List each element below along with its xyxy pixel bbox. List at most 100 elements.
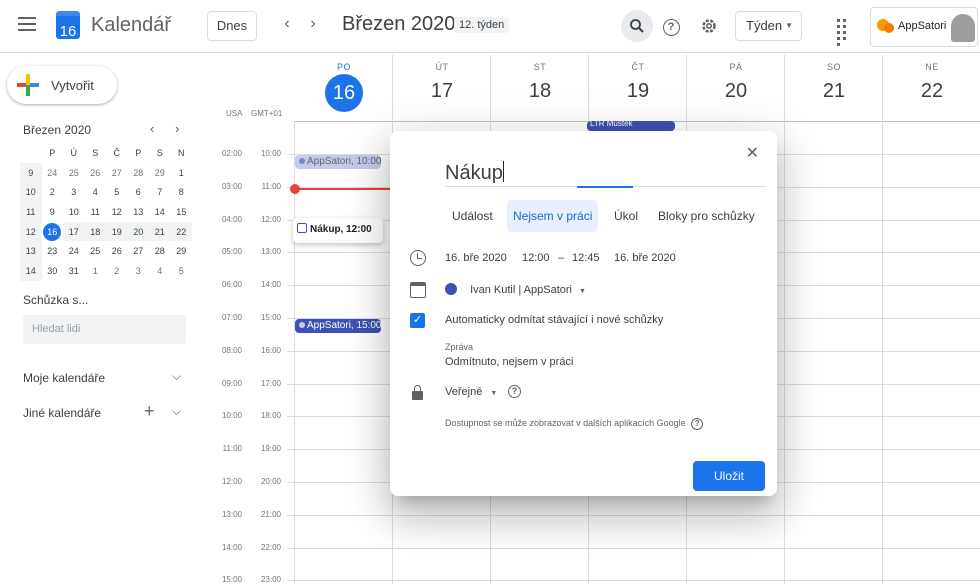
view-selector[interactable]: Týden ▼	[735, 11, 802, 41]
week-number[interactable]: 11	[20, 202, 42, 222]
day-header-pá[interactable]: PÁ 20	[687, 62, 785, 103]
mini-calendar-day[interactable]: 2	[106, 261, 128, 281]
mini-calendar-day[interactable]: 5	[171, 261, 193, 281]
mini-calendar-day[interactable]: 1	[171, 163, 193, 183]
mini-calendar-day[interactable]: 29	[171, 241, 193, 261]
week-number[interactable]: 9	[20, 162, 42, 183]
mini-calendar-day[interactable]: 22	[170, 221, 192, 242]
auto-decline-checkbox[interactable]: ✓	[410, 313, 425, 328]
week-number[interactable]: 12	[20, 221, 42, 242]
mini-calendar-day[interactable]: 7	[149, 182, 171, 202]
end-time[interactable]: 12:45	[572, 252, 600, 264]
account-brand-button[interactable]: AppSatori	[870, 7, 978, 47]
people-search-input[interactable]: Hledat lidi	[23, 315, 186, 344]
mini-calendar-day[interactable]: 27	[128, 241, 150, 261]
mini-calendar-day[interactable]: 9	[42, 202, 64, 222]
mini-calendar-day[interactable]: 3	[63, 182, 85, 202]
day-header-st[interactable]: ST 18	[491, 62, 589, 103]
mini-calendar-day[interactable]: 15	[171, 202, 193, 222]
mini-calendar-day[interactable]: 24	[63, 241, 85, 261]
chevron-down-icon[interactable]: ⌵	[172, 369, 181, 384]
mini-calendar-day[interactable]: 25	[85, 241, 107, 261]
mini-calendar-day[interactable]: 4	[85, 182, 107, 202]
apps-grid-icon[interactable]	[836, 18, 852, 46]
day-header-ne[interactable]: NE 22	[883, 62, 980, 103]
mini-calendar-day[interactable]: 25	[63, 163, 85, 183]
chevron-right-icon[interactable]: ›	[306, 15, 320, 33]
mini-calendar-day[interactable]: 27	[106, 163, 128, 183]
mini-calendar-day[interactable]: 13	[128, 202, 150, 222]
mini-calendar-day[interactable]: 18	[84, 221, 106, 242]
day-number[interactable]: 22	[883, 80, 980, 103]
create-button[interactable]: Vytvořit	[7, 66, 117, 104]
mini-calendar-day[interactable]: 6	[128, 182, 150, 202]
mini-calendar-day[interactable]: 21	[149, 221, 171, 242]
visibility-selector[interactable]: Veřejné ▼	[445, 386, 497, 398]
event-appsatori-morning[interactable]: AppSatori, 10:00	[295, 155, 381, 169]
visibility-help-icon[interactable]: ?	[508, 385, 521, 398]
main-menu-icon[interactable]	[18, 17, 36, 31]
week-number[interactable]: 10	[20, 182, 42, 203]
mini-calendar-day[interactable]: 26	[106, 241, 128, 261]
mini-calendar-day[interactable]: 5	[106, 182, 128, 202]
mini-calendar-day[interactable]: 3	[128, 261, 150, 281]
day-number[interactable]: 18	[491, 80, 589, 103]
other-calendars-label[interactable]: Jiné kalendáře	[23, 406, 101, 420]
day-number[interactable]: 20	[687, 80, 785, 103]
mini-calendar-day[interactable]: 28	[128, 163, 150, 183]
event-nakup[interactable]: Nákup, 12:00	[293, 218, 383, 243]
search-icon[interactable]	[621, 10, 653, 42]
event-title-input[interactable]: Nákup	[445, 161, 766, 187]
mini-calendar-day[interactable]: 20	[127, 221, 149, 242]
start-time[interactable]: 12:00	[522, 252, 550, 264]
mini-calendar-day[interactable]: 29	[149, 163, 171, 183]
mini-calendar-day[interactable]: 4	[149, 261, 171, 281]
mini-calendar-day[interactable]: 10	[63, 202, 85, 222]
save-button[interactable]: Uložit	[693, 461, 765, 491]
day-number[interactable]: 21	[785, 80, 883, 103]
mini-calendar-day[interactable]: 14	[149, 202, 171, 222]
tab-task[interactable]: Úkol	[608, 200, 644, 232]
today-button[interactable]: Dnes	[207, 11, 257, 41]
message-field[interactable]: Odmítnuto, nejsem v práci	[445, 356, 573, 368]
day-header-út[interactable]: ÚT 17	[393, 62, 491, 103]
start-date[interactable]: 16. bře 2020	[445, 252, 507, 264]
event-appsatori-afternoon[interactable]: AppSatori, 15:00	[295, 319, 381, 333]
day-header-čt[interactable]: ČT 19	[589, 62, 687, 103]
mini-prev-month-icon[interactable]: ‹	[150, 121, 154, 136]
day-header-so[interactable]: SO 21	[785, 62, 883, 103]
mini-calendar-day[interactable]: 1	[85, 261, 107, 281]
help-icon[interactable]: ?	[655, 10, 687, 42]
tab-event[interactable]: Událost	[446, 200, 499, 232]
availability-help-icon[interactable]: ?	[691, 418, 704, 430]
add-calendar-icon[interactable]: +	[144, 401, 155, 422]
my-calendars-label[interactable]: Moje kalendáře	[23, 371, 105, 385]
mini-calendar-day[interactable]: 28	[149, 241, 171, 261]
mini-calendar-day[interactable]: 17	[63, 221, 85, 242]
event-ltr-mustek[interactable]: LTR Mustek	[587, 121, 675, 131]
mini-calendar-day[interactable]: 31	[63, 261, 85, 281]
mini-calendar-day[interactable]: 26	[85, 163, 107, 183]
close-icon[interactable]: ✕	[746, 143, 759, 163]
tab-out-of-office[interactable]: Nejsem v práci	[507, 200, 599, 232]
week-number[interactable]: 13	[20, 241, 42, 262]
mini-calendar-day[interactable]: 8	[171, 182, 193, 202]
mini-calendar-day[interactable]: 2	[42, 182, 64, 202]
tab-appointment-slots[interactable]: Bloky pro schůzky	[652, 200, 761, 232]
gear-icon[interactable]	[693, 10, 725, 42]
mini-calendar-day[interactable]: 30	[42, 261, 64, 281]
day-header-po[interactable]: PO 16	[295, 62, 393, 112]
mini-calendar-day[interactable]: 24	[42, 163, 64, 183]
day-number[interactable]: 19	[589, 80, 687, 103]
end-date[interactable]: 16. bře 2020	[614, 252, 676, 264]
chevron-left-icon[interactable]: ‹	[280, 15, 294, 33]
chevron-down-icon[interactable]: ⌵	[172, 404, 181, 419]
day-number[interactable]: 16	[325, 74, 363, 112]
day-number[interactable]: 17	[393, 80, 491, 103]
calendar-selector[interactable]: Ivan Kutil | AppSatori ▼	[445, 283, 586, 296]
mini-calendar-day[interactable]: 11	[85, 202, 107, 222]
week-number[interactable]: 14	[20, 261, 42, 281]
mini-calendar-day[interactable]: 12	[106, 202, 128, 222]
mini-calendar-day[interactable]: 23	[42, 241, 64, 261]
mini-next-month-icon[interactable]: ›	[175, 121, 179, 136]
